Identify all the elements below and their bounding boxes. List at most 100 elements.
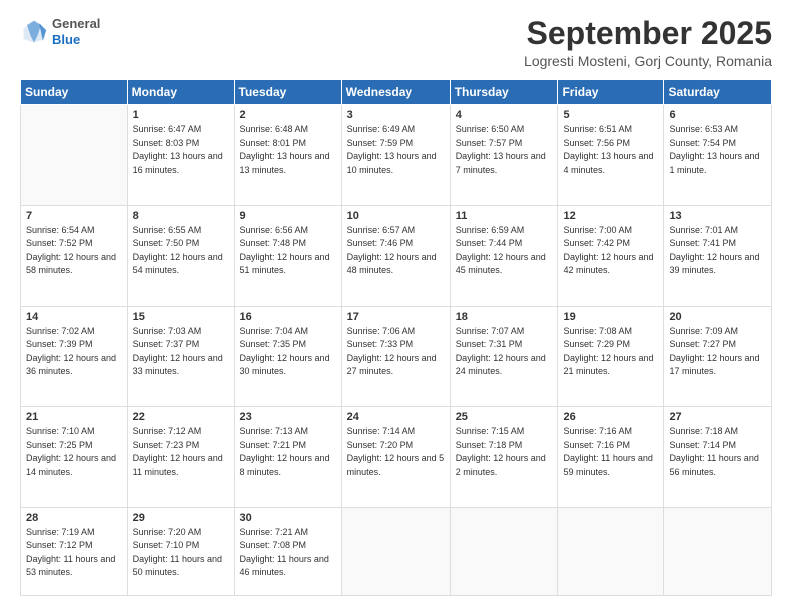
- calendar-week-row: 1 Sunrise: 6:47 AMSunset: 8:03 PMDaylight…: [21, 105, 772, 206]
- day-info: Sunrise: 6:51 AMSunset: 7:56 PMDaylight:…: [563, 123, 658, 177]
- calendar-cell: 28Sunrise: 7:19 AMSunset: 7:12 PMDayligh…: [21, 507, 128, 595]
- calendar-cell: [558, 507, 664, 595]
- weekday-header: Monday: [127, 80, 234, 105]
- calendar-cell: 27Sunrise: 7:18 AMSunset: 7:14 PMDayligh…: [664, 407, 772, 508]
- calendar-cell: 30 Sunrise: 7:21 AMSunset: 7:08 PMDayligh…: [234, 507, 341, 595]
- day-number: 27: [669, 411, 766, 423]
- calendar-cell: 7Sunrise: 6:54 AMSunset: 7:52 PMDaylight…: [21, 205, 128, 306]
- calendar-cell: 9 Sunrise: 6:56 AMSunset: 7:48 PMDaylight…: [234, 205, 341, 306]
- calendar-header-row: SundayMondayTuesdayWednesdayThursdayFrid…: [21, 80, 772, 105]
- calendar-cell: 1 Sunrise: 6:47 AMSunset: 8:03 PMDaylight…: [127, 105, 234, 206]
- day-number: 14: [26, 311, 122, 323]
- day-number: 17: [347, 311, 445, 323]
- calendar-cell: [664, 507, 772, 595]
- day-info: Sunrise: 7:21 AMSunset: 7:08 PMDaylight:…: [240, 526, 336, 580]
- day-number: 20: [669, 311, 766, 323]
- day-info: Sunrise: 6:59 AMSunset: 7:44 PMDaylight:…: [456, 224, 553, 278]
- logo-icon: [20, 18, 48, 46]
- day-info: Sunrise: 6:56 AMSunset: 7:48 PMDaylight:…: [240, 224, 336, 278]
- day-number: 26: [563, 411, 658, 423]
- day-number: 21: [26, 411, 122, 423]
- day-info: Sunrise: 6:53 AMSunset: 7:54 PMDaylight:…: [669, 123, 766, 177]
- calendar-cell: 12Sunrise: 7:00 AMSunset: 7:42 PMDayligh…: [558, 205, 664, 306]
- day-info: Sunrise: 7:08 AMSunset: 7:29 PMDaylight:…: [563, 325, 658, 379]
- weekday-header: Friday: [558, 80, 664, 105]
- day-number: 10: [347, 210, 445, 222]
- weekday-header: Wednesday: [341, 80, 450, 105]
- calendar-cell: 17 Sunrise: 7:06 AMSunset: 7:33 PMDayligh…: [341, 306, 450, 407]
- day-number: 8: [133, 210, 229, 222]
- calendar-week-row: 14 Sunrise: 7:02 AMSunset: 7:39 PMDayligh…: [21, 306, 772, 407]
- day-info: Sunrise: 7:07 AMSunset: 7:31 PMDaylight:…: [456, 325, 553, 379]
- calendar-cell: 29 Sunrise: 7:20 AMSunset: 7:10 PMDayligh…: [127, 507, 234, 595]
- location: Logresti Mosteni, Gorj County, Romania: [524, 53, 772, 69]
- calendar-cell: 18 Sunrise: 7:07 AMSunset: 7:31 PMDayligh…: [450, 306, 558, 407]
- day-info: Sunrise: 7:20 AMSunset: 7:10 PMDaylight:…: [133, 526, 229, 580]
- day-info: Sunrise: 7:06 AMSunset: 7:33 PMDaylight:…: [347, 325, 445, 379]
- day-number: 22: [133, 411, 229, 423]
- day-number: 24: [347, 411, 445, 423]
- day-info: Sunrise: 7:02 AMSunset: 7:39 PMDaylight:…: [26, 325, 122, 379]
- day-number: 5: [563, 109, 658, 121]
- weekday-header: Thursday: [450, 80, 558, 105]
- weekday-header: Saturday: [664, 80, 772, 105]
- calendar-cell: 11 Sunrise: 6:59 AMSunset: 7:44 PMDayligh…: [450, 205, 558, 306]
- calendar-cell: 25 Sunrise: 7:15 AMSunset: 7:18 PMDayligh…: [450, 407, 558, 508]
- day-number: 3: [347, 109, 445, 121]
- weekday-header: Tuesday: [234, 80, 341, 105]
- day-info: Sunrise: 7:13 AMSunset: 7:21 PMDaylight:…: [240, 425, 336, 479]
- day-number: 25: [456, 411, 553, 423]
- month-title: September 2025: [524, 16, 772, 51]
- calendar-cell: 4 Sunrise: 6:50 AMSunset: 7:57 PMDaylight…: [450, 105, 558, 206]
- day-info: Sunrise: 7:00 AMSunset: 7:42 PMDaylight:…: [563, 224, 658, 278]
- day-info: Sunrise: 7:15 AMSunset: 7:18 PMDaylight:…: [456, 425, 553, 479]
- calendar-week-row: 28Sunrise: 7:19 AMSunset: 7:12 PMDayligh…: [21, 507, 772, 595]
- day-number: 9: [240, 210, 336, 222]
- day-info: Sunrise: 6:47 AMSunset: 8:03 PMDaylight:…: [133, 123, 229, 177]
- day-number: 16: [240, 311, 336, 323]
- calendar-cell: [21, 105, 128, 206]
- day-number: 4: [456, 109, 553, 121]
- calendar-cell: 15 Sunrise: 7:03 AMSunset: 7:37 PMDayligh…: [127, 306, 234, 407]
- day-info: Sunrise: 6:49 AMSunset: 7:59 PMDaylight:…: [347, 123, 445, 177]
- calendar-cell: 26Sunrise: 7:16 AMSunset: 7:16 PMDayligh…: [558, 407, 664, 508]
- day-number: 1: [133, 109, 229, 121]
- day-info: Sunrise: 6:48 AMSunset: 8:01 PMDaylight:…: [240, 123, 336, 177]
- day-number: 13: [669, 210, 766, 222]
- calendar-cell: 21 Sunrise: 7:10 AMSunset: 7:25 PMDayligh…: [21, 407, 128, 508]
- calendar-cell: 16Sunrise: 7:04 AMSunset: 7:35 PMDayligh…: [234, 306, 341, 407]
- day-number: 18: [456, 311, 553, 323]
- day-number: 2: [240, 109, 336, 121]
- day-info: Sunrise: 7:14 AMSunset: 7:20 PMDaylight:…: [347, 425, 445, 479]
- day-number: 19: [563, 311, 658, 323]
- day-number: 6: [669, 109, 766, 121]
- day-info: Sunrise: 6:50 AMSunset: 7:57 PMDaylight:…: [456, 123, 553, 177]
- day-number: 29: [133, 512, 229, 524]
- day-number: 11: [456, 210, 553, 222]
- calendar-cell: 6 Sunrise: 6:53 AMSunset: 7:54 PMDaylight…: [664, 105, 772, 206]
- day-info: Sunrise: 6:54 AMSunset: 7:52 PMDaylight:…: [26, 224, 122, 278]
- day-number: 15: [133, 311, 229, 323]
- calendar-cell: 2 Sunrise: 6:48 AMSunset: 8:01 PMDaylight…: [234, 105, 341, 206]
- day-info: Sunrise: 6:57 AMSunset: 7:46 PMDaylight:…: [347, 224, 445, 278]
- day-info: Sunrise: 7:01 AMSunset: 7:41 PMDaylight:…: [669, 224, 766, 278]
- day-info: Sunrise: 6:55 AMSunset: 7:50 PMDaylight:…: [133, 224, 229, 278]
- calendar-table: SundayMondayTuesdayWednesdayThursdayFrid…: [20, 79, 772, 596]
- day-number: 23: [240, 411, 336, 423]
- calendar-cell: 20Sunrise: 7:09 AMSunset: 7:27 PMDayligh…: [664, 306, 772, 407]
- calendar-cell: 8 Sunrise: 6:55 AMSunset: 7:50 PMDaylight…: [127, 205, 234, 306]
- calendar-cell: 13 Sunrise: 7:01 AMSunset: 7:41 PMDayligh…: [664, 205, 772, 306]
- calendar-cell: [450, 507, 558, 595]
- calendar-cell: 24 Sunrise: 7:14 AMSunset: 7:20 PMDayligh…: [341, 407, 450, 508]
- logo: General Blue: [20, 16, 100, 47]
- day-info: Sunrise: 7:10 AMSunset: 7:25 PMDaylight:…: [26, 425, 122, 479]
- title-block: September 2025 Logresti Mosteni, Gorj Co…: [524, 16, 772, 69]
- calendar-week-row: 21 Sunrise: 7:10 AMSunset: 7:25 PMDayligh…: [21, 407, 772, 508]
- day-info: Sunrise: 7:03 AMSunset: 7:37 PMDaylight:…: [133, 325, 229, 379]
- logo-text: General Blue: [52, 16, 100, 47]
- calendar-cell: 3 Sunrise: 6:49 AMSunset: 7:59 PMDaylight…: [341, 105, 450, 206]
- day-number: 30: [240, 512, 336, 524]
- header: General Blue September 2025 Logresti Mos…: [20, 16, 772, 69]
- calendar-cell: 22Sunrise: 7:12 AMSunset: 7:23 PMDayligh…: [127, 407, 234, 508]
- calendar-cell: 10 Sunrise: 6:57 AMSunset: 7:46 PMDayligh…: [341, 205, 450, 306]
